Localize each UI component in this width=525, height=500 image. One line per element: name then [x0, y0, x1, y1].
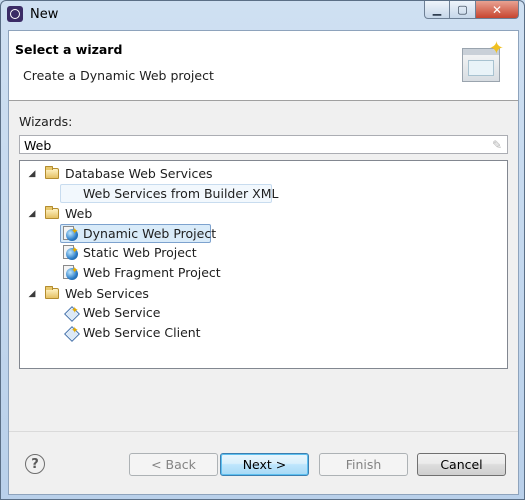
tree-item-label: Web Services from Builder XML — [83, 186, 279, 201]
title-bar[interactable]: New ▁ ▢ ✕ — [1, 1, 524, 29]
expanded-arrow-icon[interactable]: ◢ — [28, 165, 36, 183]
tree-item-web-service-client[interactable]: ✦ Web Service Client — [60, 324, 210, 343]
window-title: New — [30, 7, 59, 22]
tree-category-label: Database Web Services — [65, 166, 213, 181]
folder-icon — [45, 166, 59, 179]
maximize-button[interactable]: ▢ — [450, 1, 476, 19]
folder-icon — [45, 206, 59, 219]
tree-item-label: Web Service — [83, 305, 161, 320]
web-service-icon: ✦ — [63, 305, 80, 322]
help-button[interactable]: ? — [25, 454, 45, 474]
minimize-button[interactable]: ▁ — [424, 1, 450, 19]
dynamic-web-project-icon: ✦ — [63, 226, 79, 242]
filter-value: Web — [24, 138, 52, 153]
new-wizard-dialog: New ▁ ▢ ✕ Select a wizard Create a Dynam… — [0, 0, 525, 500]
button-bar-separator — [9, 431, 518, 432]
next-button[interactable]: Next > — [220, 453, 309, 476]
web-fragment-project-icon: ✦ — [63, 265, 79, 281]
wizard-tree[interactable]: ◢ Database Web Services Web Services fro… — [19, 160, 508, 369]
page-title: Select a wizard — [15, 42, 123, 57]
finish-button[interactable]: Finish — [319, 453, 408, 476]
tree-item-label: Web Fragment Project — [83, 265, 221, 280]
tree-category-label: Web Services — [65, 286, 149, 301]
page-description: Create a Dynamic Web project — [23, 68, 214, 83]
tree-item-web-service[interactable]: ✦ Web Service — [60, 304, 180, 323]
clear-filter-icon[interactable]: ✎ — [492, 138, 502, 152]
web-service-client-icon: ✦ — [63, 325, 80, 342]
tree-item-label: Static Web Project — [83, 245, 197, 260]
dialog-client-area: Select a wizard Create a Dynamic Web pro… — [8, 30, 519, 495]
window-controls: ▁ ▢ ✕ — [424, 1, 519, 21]
tree-item-label: Web Service Client — [83, 325, 201, 340]
eclipse-app-icon — [7, 6, 23, 22]
tree-item-web-fragment-project[interactable]: ✦ Web Fragment Project — [60, 264, 235, 283]
folder-icon — [45, 286, 59, 299]
tree-item-dynamic-web-project[interactable]: ✦ Dynamic Web Project — [60, 224, 216, 243]
wizard-filter-input[interactable]: Web ✎ — [19, 135, 508, 154]
close-button[interactable]: ✕ — [476, 1, 519, 19]
wizard-banner-icon: ✦ — [462, 40, 504, 84]
cancel-button[interactable]: Cancel — [417, 453, 506, 476]
wizards-label: Wizards: — [19, 114, 73, 129]
expanded-arrow-icon[interactable]: ◢ — [28, 205, 36, 223]
tree-item-label: Dynamic Web Project — [83, 226, 217, 241]
static-web-project-icon: ✦ — [63, 245, 79, 261]
expanded-arrow-icon[interactable]: ◢ — [28, 285, 36, 303]
tree-item-web-services-from-builder-xml[interactable]: Web Services from Builder XML — [60, 184, 278, 203]
back-button[interactable]: < Back — [129, 453, 218, 476]
tree-item-static-web-project[interactable]: ✦ Static Web Project — [60, 244, 210, 263]
wizard-header: Select a wizard Create a Dynamic Web pro… — [9, 31, 518, 101]
tree-category-label: Web — [65, 206, 93, 221]
